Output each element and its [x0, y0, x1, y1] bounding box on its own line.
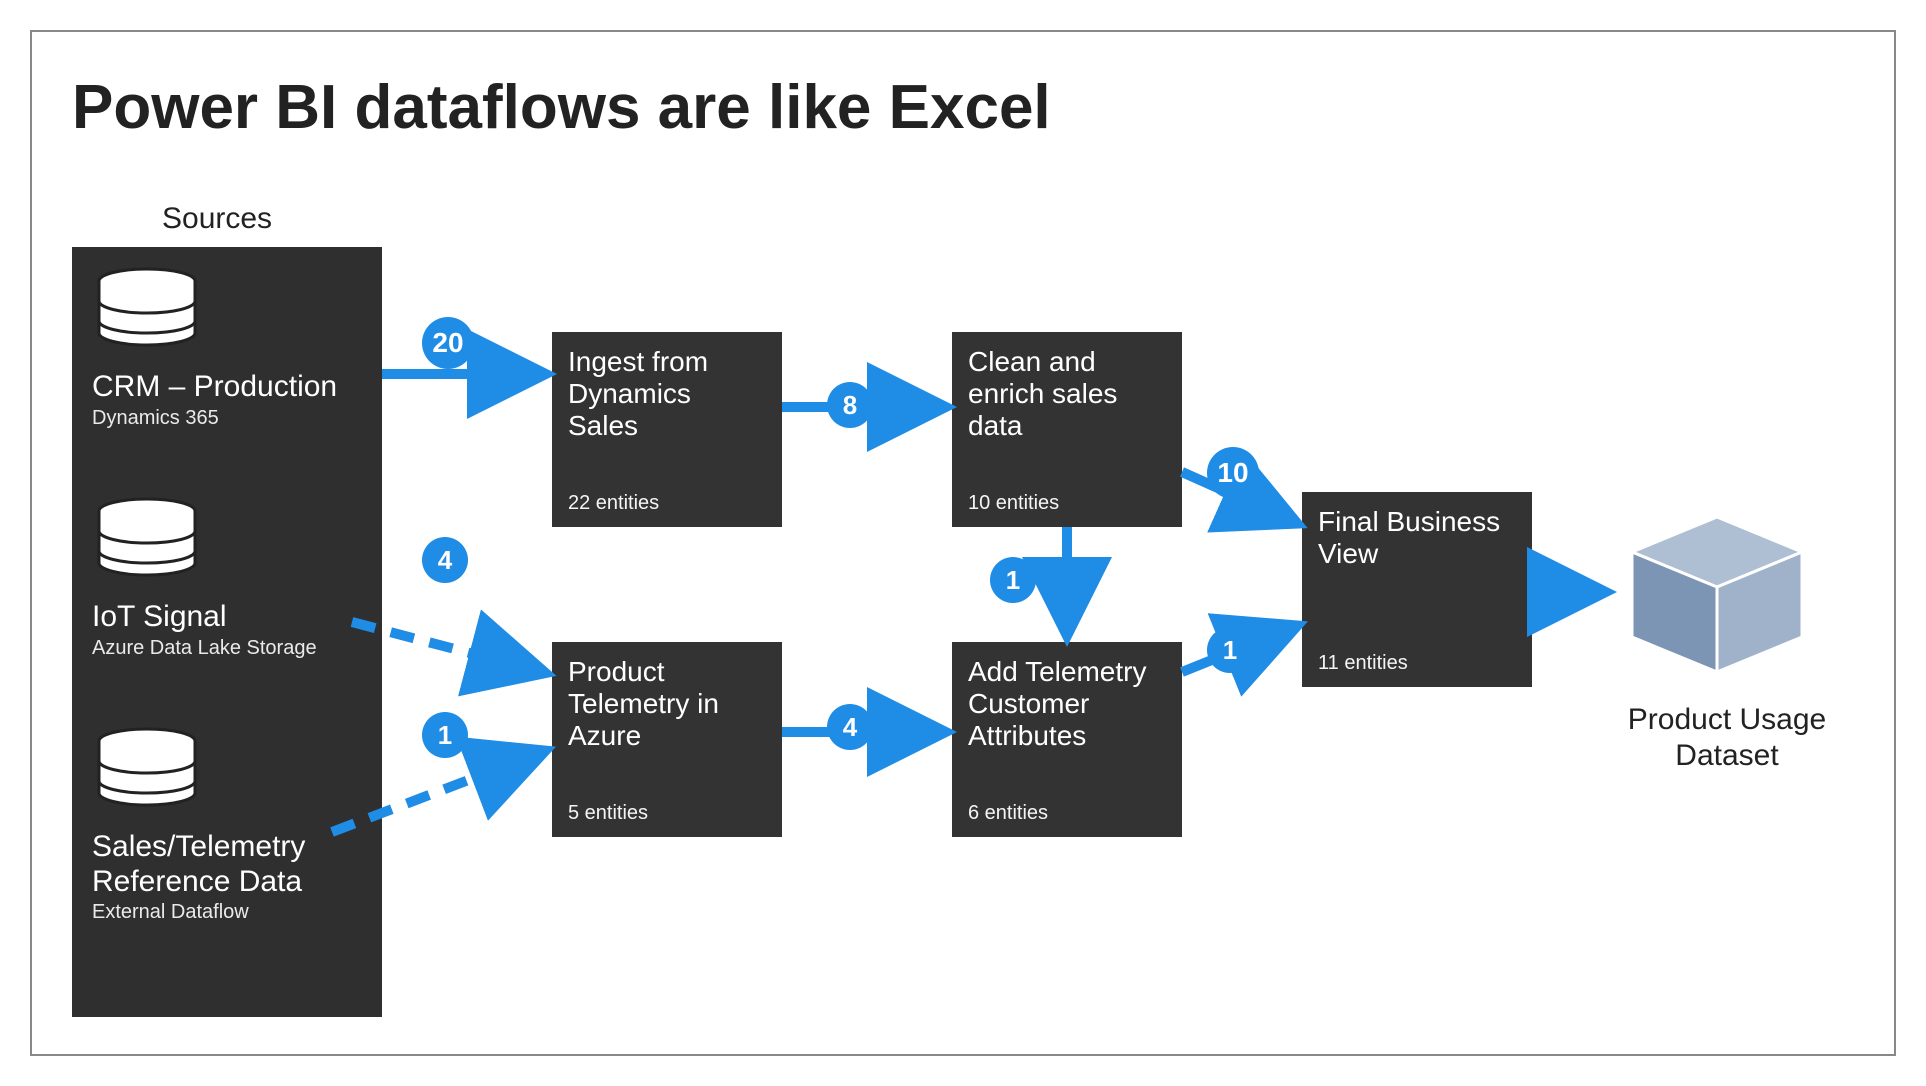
- source-crm-sub: Dynamics 365: [92, 407, 362, 430]
- node-ingest: Ingest from Dynamics Sales 22 entities: [552, 332, 782, 527]
- node-clean: Clean and enrich sales data 10 entities: [952, 332, 1182, 527]
- source-crm-name: CRM – Production: [92, 370, 362, 405]
- node-ingest-title: Ingest from Dynamics Sales: [568, 346, 766, 443]
- badge-ingest-to-clean: 8: [827, 382, 873, 428]
- source-ref-name: Sales/Telemetry Reference Data: [92, 830, 362, 899]
- badge-clean-to-final: 10: [1207, 447, 1259, 499]
- badge-ref-to-telem: 1: [422, 712, 468, 758]
- source-crm: CRM – Production Dynamics 365: [92, 267, 362, 430]
- database-icon: [92, 267, 202, 357]
- node-final: Final Business View 11 entities: [1302, 492, 1532, 687]
- node-addattr-sub: 6 entities: [968, 802, 1048, 825]
- node-final-title: Final Business View: [1318, 506, 1516, 570]
- node-ingest-sub: 22 entities: [568, 492, 659, 515]
- badge-crm-to-ingest: 20: [422, 317, 474, 369]
- database-icon: [92, 727, 202, 817]
- output-label: Product Usage Dataset: [1612, 702, 1842, 774]
- node-addattr: Add Telemetry Customer Attributes 6 enti…: [952, 642, 1182, 837]
- badge-clean-to-addattr: 1: [990, 557, 1036, 603]
- node-clean-title: Clean and enrich sales data: [968, 346, 1166, 443]
- source-iot-sub: Azure Data Lake Storage: [92, 637, 362, 660]
- source-iot: IoT Signal Azure Data Lake Storage: [92, 497, 362, 660]
- slide-frame: Power BI dataflows are like Excel Source…: [30, 30, 1896, 1056]
- source-ref-sub: External Dataflow: [92, 901, 362, 924]
- node-telemetry-title: Product Telemetry in Azure: [568, 656, 766, 753]
- badge-iot-to-telem: 4: [422, 537, 468, 583]
- source-ref: Sales/Telemetry Reference Data External …: [92, 727, 362, 924]
- badge-telem-to-addattr: 4: [827, 704, 873, 750]
- slide: Power BI dataflows are like Excel Source…: [0, 0, 1926, 1086]
- database-icon: [92, 497, 202, 587]
- sources-heading: Sources: [162, 202, 272, 236]
- page-title: Power BI dataflows are like Excel: [72, 72, 1051, 143]
- sources-panel: CRM – Production Dynamics 365 IoT Signal…: [72, 247, 382, 1017]
- node-telemetry-sub: 5 entities: [568, 802, 648, 825]
- node-telemetry: Product Telemetry in Azure 5 entities: [552, 642, 782, 837]
- source-iot-name: IoT Signal: [92, 600, 362, 635]
- node-final-sub: 11 entities: [1318, 652, 1408, 675]
- node-clean-sub: 10 entities: [968, 492, 1059, 515]
- node-addattr-title: Add Telemetry Customer Attributes: [968, 656, 1166, 753]
- cube-icon: [1622, 507, 1812, 677]
- badge-addattr-to-final: 1: [1207, 627, 1253, 673]
